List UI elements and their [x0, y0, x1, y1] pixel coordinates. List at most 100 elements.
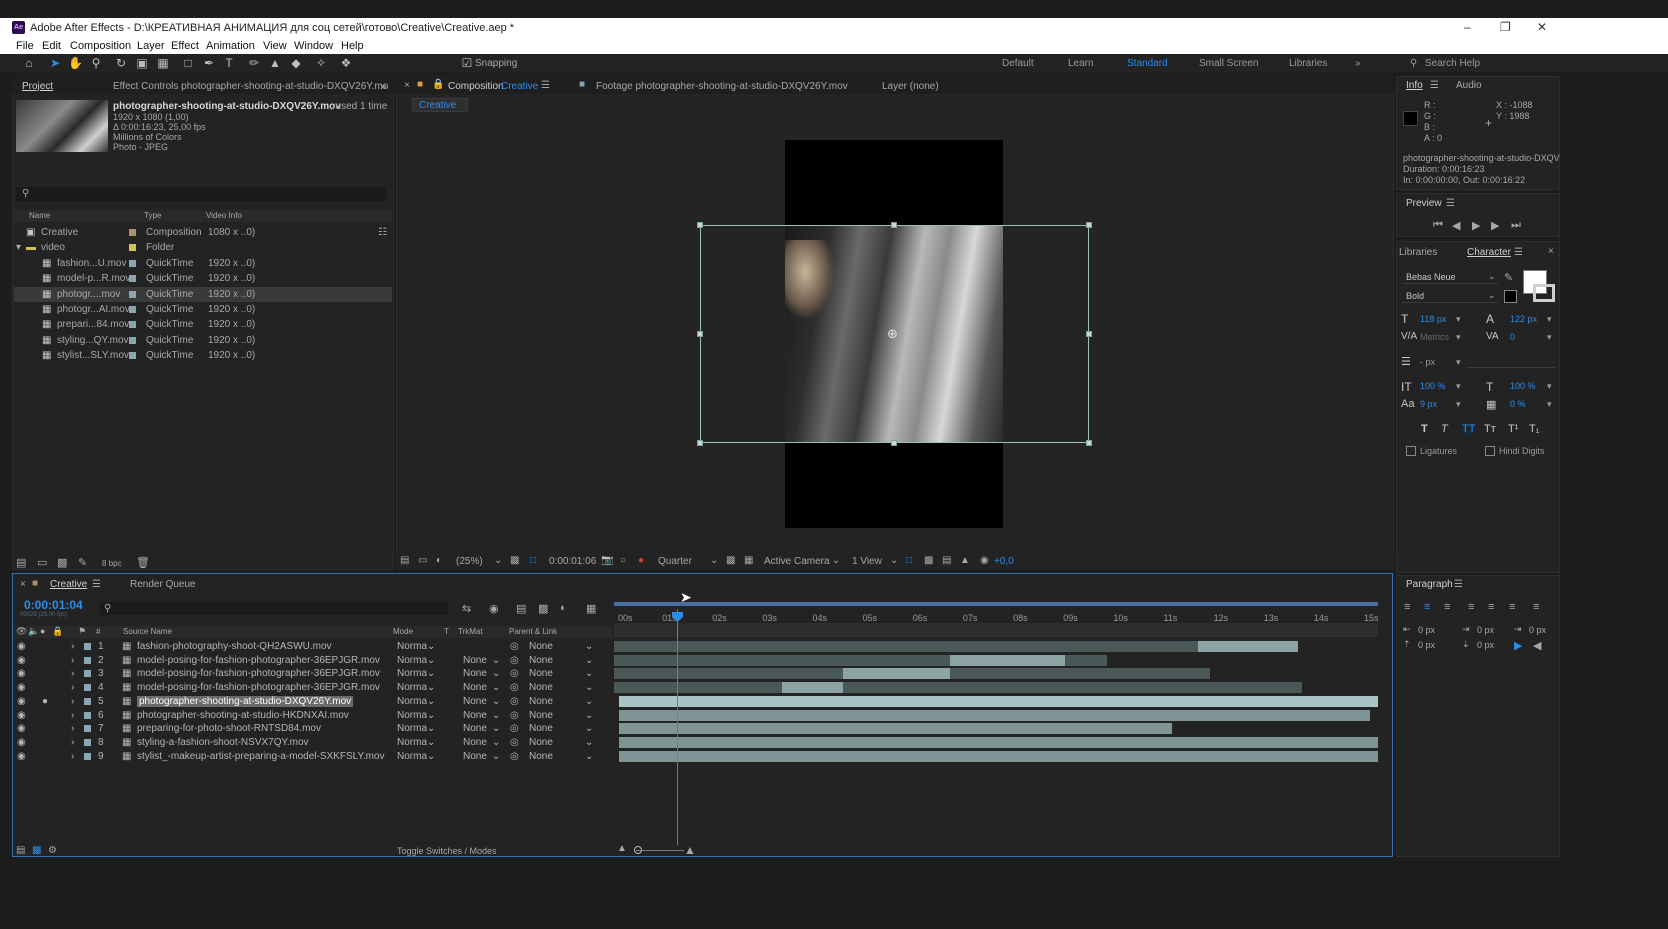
expand-layer-icon[interactable]: ›	[71, 723, 74, 734]
pan-behind-tool-icon[interactable]: ▦	[156, 56, 170, 70]
chevron-down-icon[interactable]: ⌄	[494, 555, 502, 566]
timeline-search-input[interactable]: ⚲	[100, 602, 448, 615]
pen-tool-icon[interactable]: ✒	[202, 56, 216, 70]
chevron-down-icon[interactable]: ▾	[1456, 357, 1461, 368]
layer-mode-dropdown[interactable]: Norma	[397, 723, 427, 734]
chevron-down-icon[interactable]: ⌄	[585, 723, 593, 734]
justify-right-icon[interactable]: ≡	[1509, 601, 1515, 613]
project-item[interactable]: ▦ photogr....mov QuickTime 1920 x ..0)	[14, 286, 392, 302]
eyedropper-icon[interactable]: ✎	[1504, 271, 1513, 284]
layer-label-swatch[interactable]	[84, 656, 91, 664]
toggle-switches-modes-button[interactable]: Toggle Switches / Modes	[397, 846, 497, 856]
layer-source-name[interactable]: stylist_-makeup-artist-preparing-a-model…	[137, 751, 385, 762]
timeline-zoom-handle[interactable]	[634, 846, 642, 854]
breadcrumb-creative[interactable]: Creative	[419, 100, 456, 111]
always-preview-icon[interactable]: ▤	[400, 555, 409, 566]
label-color-swatch[interactable]	[129, 352, 136, 360]
layer-trkmat-dropdown[interactable]: None	[463, 668, 487, 679]
adjust-icon[interactable]: ✎	[78, 556, 87, 569]
camera-dropdown[interactable]: Active Camera	[764, 556, 830, 567]
layer-trkmat-dropdown[interactable]: None	[463, 737, 487, 748]
tab-timeline-creative[interactable]: Creative	[50, 579, 87, 590]
resolution-dropdown[interactable]: Quarter	[658, 556, 692, 567]
zoom-in-icon[interactable]: ▲	[684, 843, 696, 857]
chevron-down-icon[interactable]: ▾	[1547, 314, 1552, 325]
menu-animation[interactable]: Animation	[206, 40, 255, 52]
ltr-direction-icon[interactable]: ▶	[1514, 639, 1522, 652]
monitor-icon[interactable]: ▭	[418, 555, 427, 566]
expand-layer-icon[interactable]: ›	[71, 682, 74, 693]
visibility-eye-icon[interactable]: ◉	[17, 682, 26, 693]
layer-trkmat-dropdown[interactable]: None	[463, 655, 487, 666]
layer-mode-dropdown[interactable]: Norma	[397, 751, 427, 762]
chevron-down-icon[interactable]: ▾	[1456, 332, 1461, 343]
visibility-eye-icon[interactable]: ◉	[17, 641, 26, 652]
layer-trkmat-dropdown[interactable]: None	[463, 723, 487, 734]
video-toggle-icon[interactable]: 👁	[16, 626, 27, 637]
audio-toggle-icon[interactable]: 🔈	[28, 626, 39, 637]
label-color-swatch[interactable]	[129, 336, 136, 344]
font-style-dropdown[interactable]: Bold ⌄	[1402, 290, 1498, 303]
workspace-learn[interactable]: Learn	[1068, 58, 1094, 69]
layer-trkmat-dropdown[interactable]: None	[463, 696, 487, 707]
rectangle-tool-icon[interactable]: □	[181, 56, 195, 70]
project-item[interactable]: ▬ ▾ video Folder	[14, 240, 392, 255]
panel-menu-icon[interactable]: ☰	[1446, 198, 1455, 209]
font-family-dropdown[interactable]: Bebas Neue ⌄	[1402, 271, 1498, 284]
leading-value[interactable]: 122 px	[1510, 314, 1537, 324]
exposure-value[interactable]: +0,0	[994, 556, 1014, 567]
layer-source-name[interactable]: styling-a-fashion-shoot-NSVX7QY.mov	[137, 737, 309, 748]
layer-duration-bar[interactable]	[619, 695, 1378, 707]
pick-whip-icon[interactable]: ◎	[510, 737, 519, 748]
label-color-swatch[interactable]	[129, 306, 136, 313]
layer-source-name[interactable]: preparing-for-photo-shoot-RNTSD84.mov	[137, 723, 321, 734]
align-left-icon[interactable]: ≡	[1404, 601, 1410, 613]
tab-effect-controls[interactable]: Effect Controls photographer-shooting-at…	[113, 81, 388, 92]
pick-whip-icon[interactable]: ◎	[510, 696, 519, 707]
layer-trkmat-dropdown[interactable]: None	[463, 751, 487, 762]
workspace-libraries[interactable]: Libraries	[1289, 58, 1327, 69]
layer-row[interactable]: ◉ ● › 5 ▦ photographer-shooting-at-studio-DXQ…	[14, 695, 612, 709]
mask-view-icon[interactable]: ◐	[436, 555, 442, 566]
layer-duration-bar[interactable]	[614, 641, 1294, 652]
layer-parent-dropdown[interactable]: None	[529, 710, 553, 721]
project-item[interactable]: ▣ Creative Composition 1080 x ..0) ☷	[14, 225, 392, 240]
transform-handle[interactable]	[891, 222, 897, 228]
layer-active-segment[interactable]	[782, 682, 844, 694]
color-channels-icon[interactable]: ●	[638, 555, 644, 566]
layer-label-swatch[interactable]	[84, 684, 91, 692]
tracking-value[interactable]: 0	[1510, 332, 1515, 342]
project-search-input[interactable]: ⚲	[16, 187, 386, 201]
chevron-down-icon[interactable]: ⌄	[427, 641, 435, 652]
menu-help[interactable]: Help	[341, 40, 364, 52]
hand-tool-icon[interactable]: ✋	[68, 56, 83, 70]
visibility-eye-icon[interactable]: ◉	[17, 723, 26, 734]
layer-row[interactable]: ◉ › 7 ▦ preparing-for-photo-shoot-RNTSD84.mo…	[14, 722, 612, 736]
label-tag-icon[interactable]: ⚑	[78, 626, 86, 637]
chevron-down-icon[interactable]: ⌄	[492, 751, 500, 762]
justify-center-icon[interactable]: ≡	[1488, 601, 1494, 613]
chevron-down-icon[interactable]: ⌄	[427, 668, 435, 679]
vertical-scale-value[interactable]: 100 %	[1420, 381, 1446, 391]
last-frame-icon[interactable]: ⏭	[1511, 219, 1521, 232]
close-tab-icon[interactable]: ×	[404, 80, 410, 91]
layer-duration-bar[interactable]	[619, 750, 1378, 762]
column-name[interactable]: Name	[29, 211, 50, 220]
chevron-down-icon[interactable]: ⌄	[492, 655, 500, 666]
layer-duration-bar[interactable]	[619, 709, 1371, 721]
panel-menu-icon[interactable]: ☰	[1514, 247, 1523, 258]
work-area-range[interactable]	[614, 602, 1378, 606]
close-icon[interactable]: ✕	[1537, 20, 1547, 34]
render-time-icon[interactable]: ▤	[16, 845, 25, 856]
column-mode[interactable]: Mode	[393, 627, 413, 636]
stroke-type-dropdown[interactable]	[1467, 356, 1555, 368]
delete-icon[interactable]: 🗑	[136, 556, 150, 569]
layer-label-swatch[interactable]	[84, 697, 91, 705]
playhead-line[interactable]	[677, 609, 678, 845]
rtl-direction-icon[interactable]: ◀	[1533, 639, 1541, 652]
label-color-swatch[interactable]	[129, 290, 136, 298]
pick-whip-icon[interactable]: ◎	[510, 641, 519, 652]
snapshot-icon[interactable]: 📷	[601, 555, 613, 566]
chevron-down-icon[interactable]: ⌄	[492, 696, 500, 707]
project-item[interactable]: ▦ styling...QY.mov QuickTime 1920 x ..0)	[14, 333, 392, 348]
